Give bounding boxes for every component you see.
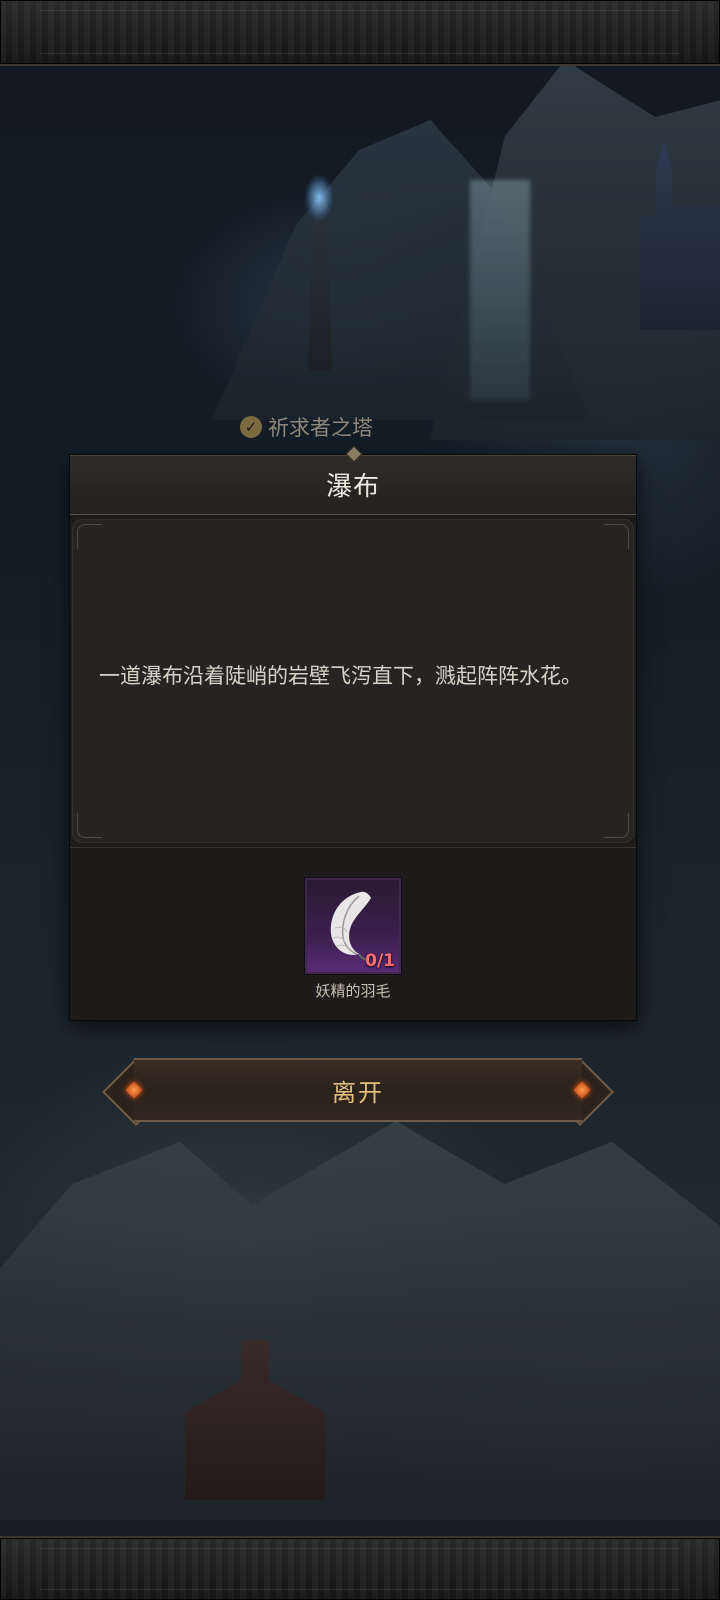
diamond-ornament-icon [345, 445, 363, 463]
tower-light [305, 175, 333, 220]
bottom-frame [0, 1536, 720, 1600]
description-panel: 一道瀑布沿着陡峭的岩壁飞泻直下，溅起阵阵水花。 [72, 519, 634, 843]
leave-label: 离开 [332, 1078, 384, 1107]
check-icon: ✓ [240, 416, 262, 438]
required-item[interactable]: 0/1 妖精的羽毛 [305, 878, 401, 1001]
required-items: 0/1 妖精的羽毛 [70, 848, 636, 1018]
dialog-title: 瀑布 [325, 472, 380, 502]
item-count: 0/1 [365, 951, 395, 971]
item-name: 妖精的羽毛 [315, 982, 391, 1000]
corner-ornament-icon [77, 813, 102, 838]
event-description: 一道瀑布沿着陡峭的岩壁飞泻直下，溅起阵阵水花。 [99, 664, 582, 688]
leave-button[interactable]: 离开 [102, 1058, 614, 1126]
event-dialog: 瀑布 一道瀑布沿着陡峭的岩壁飞泻直下，溅起阵阵水花。 0/1 妖精的羽毛 [70, 445, 636, 1020]
corner-ornament-icon [77, 524, 102, 549]
game-screen: ✓ 祈求者之塔 瀑布 一道瀑布沿着陡峭的岩壁飞泻直下，溅起阵阵水花。 0/1 妖… [0, 0, 720, 1600]
waterfall-scenery [470, 180, 530, 400]
top-frame [0, 0, 720, 66]
corner-ornament-icon [604, 813, 629, 838]
item-slot[interactable]: 0/1 [305, 878, 401, 974]
landmark-label[interactable]: ✓ 祈求者之塔 [240, 412, 373, 442]
lower-valley [0, 1121, 720, 1520]
landmark-name: 祈求者之塔 [268, 416, 373, 440]
dialog-header: 瀑布 [70, 445, 636, 515]
corner-ornament-icon [604, 524, 629, 549]
